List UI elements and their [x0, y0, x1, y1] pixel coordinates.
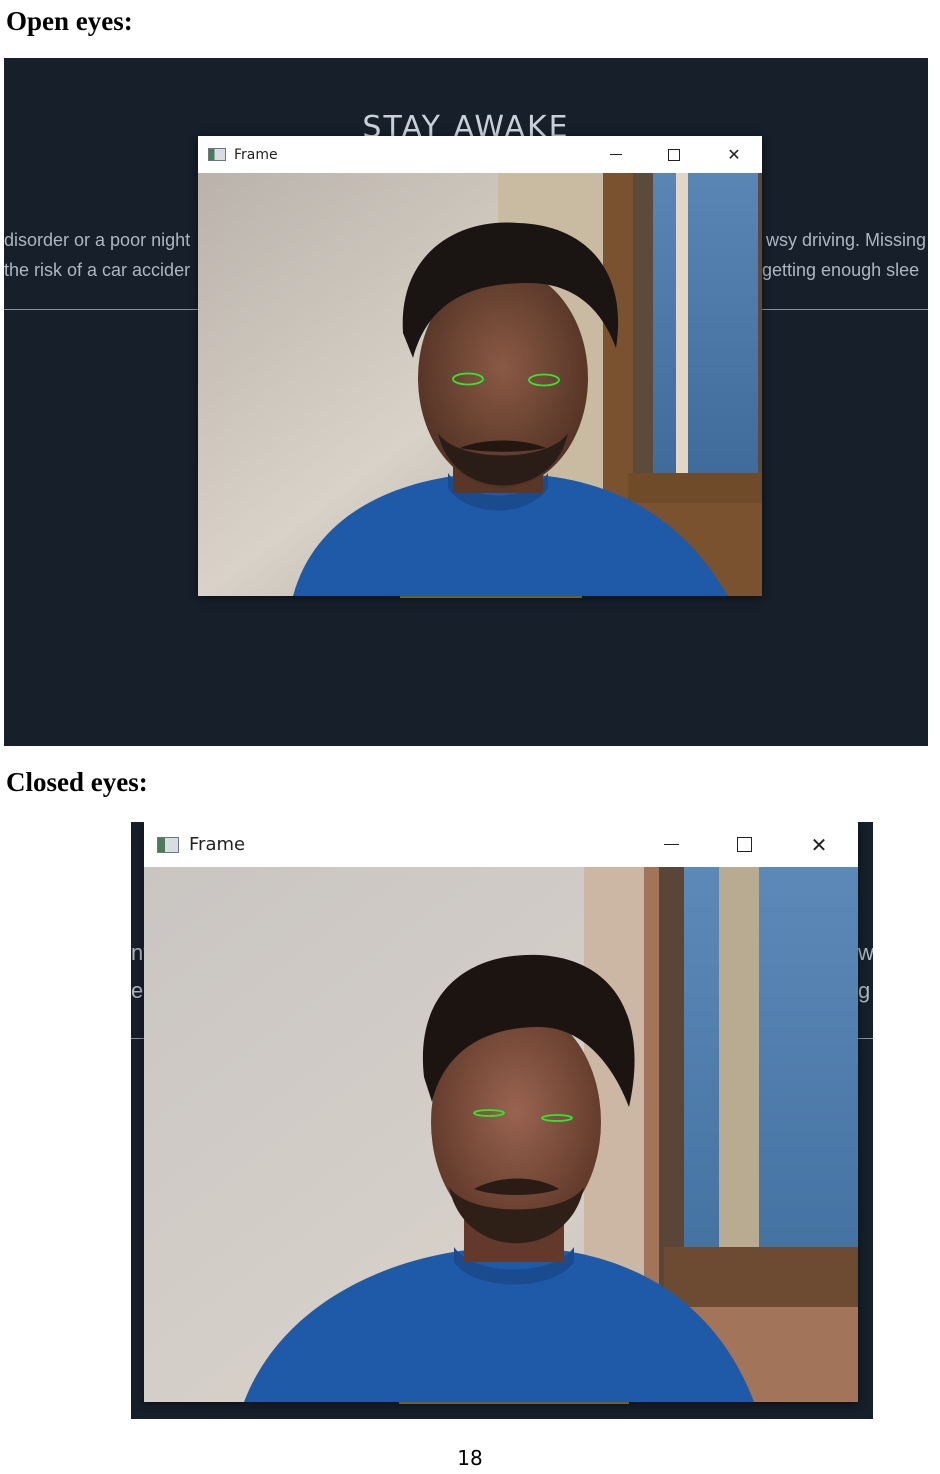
bg-accent-bar: [400, 596, 582, 598]
bg-text-left-1: disorder or a poor night: [4, 230, 191, 250]
frame-window[interactable]: Frame ✕: [144, 822, 858, 1402]
open-eyes-screenshot: STAY AWAKE disorder or a poor night the …: [4, 58, 928, 746]
maximize-button[interactable]: [719, 822, 769, 867]
frame-window[interactable]: Frame ✕: [198, 136, 762, 596]
webcam-feed: [198, 173, 762, 596]
bg-accent-bar: [399, 1402, 629, 1404]
frame-titlebar[interactable]: Frame ✕: [144, 822, 858, 867]
webcam-frame-image: [144, 867, 858, 1402]
maximize-icon: [736, 837, 752, 852]
close-button[interactable]: ✕: [794, 822, 844, 867]
minimize-icon: [663, 844, 679, 845]
page-number: 18: [457, 1446, 483, 1470]
minimize-button[interactable]: [646, 822, 696, 867]
frame-app-icon: [157, 836, 179, 853]
bg-text-right-1: w: [858, 940, 873, 965]
bg-text-right-2: g: [858, 978, 871, 1003]
bg-text-right-1: wsy driving. Missing: [766, 230, 927, 250]
open-eyes-heading: Open eyes:: [6, 6, 133, 36]
minimize-icon: [610, 154, 622, 155]
frame-title: Frame: [189, 834, 246, 855]
close-icon: ✕: [810, 832, 828, 857]
closed-eyes-heading: Closed eyes:: [6, 767, 148, 797]
close-button[interactable]: ✕: [712, 136, 756, 173]
maximize-button[interactable]: [652, 136, 696, 173]
maximize-icon: [668, 148, 680, 161]
frame-title: Frame: [234, 146, 278, 163]
webcam-feed: [144, 867, 858, 1402]
webcam-frame-image: [198, 173, 762, 596]
frame-titlebar[interactable]: Frame ✕: [198, 136, 762, 173]
close-icon: ✕: [727, 145, 741, 164]
bg-text-left-2: the risk of a car accider: [4, 260, 191, 280]
frame-app-icon: [208, 148, 226, 161]
bg-text-right-2: getting enough slee: [762, 260, 920, 280]
minimize-button[interactable]: [594, 136, 638, 173]
closed-eyes-screenshot: nt er w g Frame ✕: [131, 822, 873, 1419]
